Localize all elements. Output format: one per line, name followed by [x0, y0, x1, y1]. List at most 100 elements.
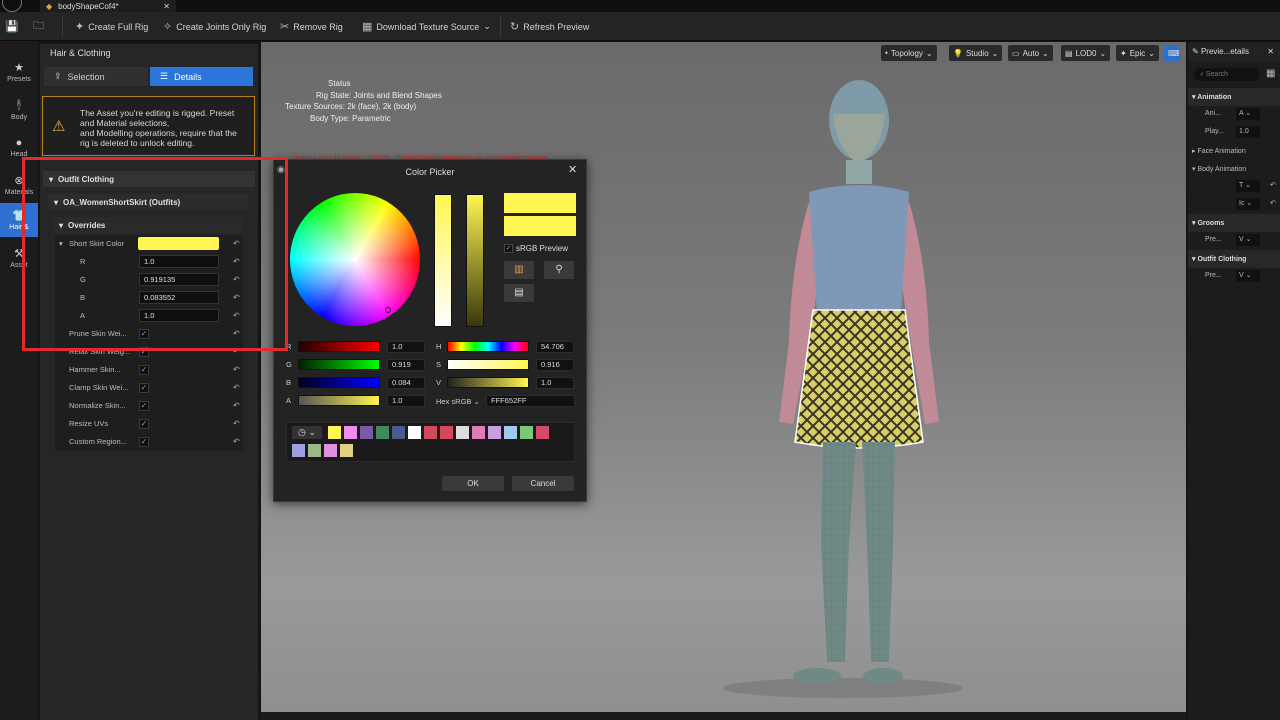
- reset-icon[interactable]: ↶: [233, 365, 240, 374]
- reset-icon[interactable]: ↶: [1270, 199, 1276, 207]
- h-slider[interactable]: [447, 341, 529, 352]
- quality-dropdown[interactable]: ✦ Epic ⌄: [1116, 45, 1159, 61]
- setting-checkbox[interactable]: ✓: [139, 437, 149, 447]
- create-joints-only-rig-button[interactable]: ✧ Create Joints Only Rig: [163, 12, 266, 41]
- remove-rig-button[interactable]: ✂ Remove Rig: [280, 12, 343, 41]
- a-slider[interactable]: [298, 395, 380, 406]
- s-slider[interactable]: [447, 359, 529, 370]
- body-dropdown-2[interactable]: Ic ⌄: [1236, 198, 1260, 210]
- b-slider[interactable]: [298, 377, 380, 388]
- color-swatch[interactable]: [520, 426, 533, 439]
- recent-colors-dropdown[interactable]: ◷ ⌄: [292, 426, 322, 439]
- s-value-field[interactable]: 0.916: [536, 359, 574, 371]
- animation-section[interactable]: ▾ Animation: [1188, 88, 1280, 106]
- v-slider[interactable]: [447, 377, 529, 388]
- hex-value-field[interactable]: FFF652FF: [486, 395, 575, 407]
- play-field[interactable]: 1.0: [1236, 126, 1260, 138]
- topology-dropdown[interactable]: ⬩ Topology ⌄: [881, 45, 937, 61]
- app-logo-icon[interactable]: [2, 0, 22, 12]
- b-value-field[interactable]: 0.084: [387, 377, 425, 389]
- browse-button[interactable]: 🗀: [33, 12, 44, 41]
- keyboard-icon[interactable]: ⌨: [1164, 45, 1180, 61]
- lod-dropdown[interactable]: ▤ LOD0 ⌄: [1061, 45, 1111, 61]
- checker-icon: ▦: [362, 21, 373, 33]
- color-swatch[interactable]: [308, 444, 321, 457]
- auto-label: Auto: [1022, 48, 1040, 58]
- color-swatch[interactable]: [456, 426, 469, 439]
- outfit-clothing-section[interactable]: ▾ Outfit Clothing: [1188, 250, 1280, 268]
- eyedropper-icon[interactable]: ⚲: [544, 261, 574, 279]
- color-wheel[interactable]: [290, 193, 420, 326]
- refresh-preview-button[interactable]: ↻ Refresh Preview: [510, 12, 589, 41]
- color-swatch[interactable]: [292, 444, 305, 457]
- color-swatch[interactable]: [472, 426, 485, 439]
- color-swatch[interactable]: [536, 426, 549, 439]
- reset-icon[interactable]: ↶: [1270, 181, 1276, 189]
- ani-dropdown[interactable]: A ⌄: [1236, 108, 1260, 120]
- close-tab-icon[interactable]: ✕: [163, 2, 170, 11]
- reset-icon[interactable]: ↶: [233, 437, 240, 446]
- left-nav-rail: ★ Presets 🕴 Body ● Head ⊗ Materials 👕 Hair & …: [0, 41, 38, 720]
- download-texture-source-button[interactable]: ▦ Download Texture Source ⌄: [362, 12, 491, 41]
- rail-item-body[interactable]: 🕴 Body: [0, 93, 38, 127]
- a-value-field[interactable]: 1.0: [387, 395, 425, 407]
- color-swatch[interactable]: [440, 426, 453, 439]
- color-swatch[interactable]: [488, 426, 501, 439]
- color-swatch[interactable]: [376, 426, 389, 439]
- r-slider[interactable]: [298, 341, 380, 352]
- color-swatch[interactable]: [408, 426, 421, 439]
- checkbox-icon: ✓: [504, 244, 513, 253]
- outfit-pre-label: Pre...: [1205, 272, 1222, 279]
- setting-row: Custom Region... ✓ ↶: [55, 433, 243, 451]
- color-swatch[interactable]: [340, 444, 353, 457]
- hex-srgb-dropdown[interactable]: Hex sRGB ⌄: [436, 397, 480, 406]
- h-value-field[interactable]: 54.706: [536, 341, 574, 353]
- color-themes-icon[interactable]: ▥: [504, 261, 534, 279]
- color-swatch[interactable]: [424, 426, 437, 439]
- rail-item-presets[interactable]: ★ Presets: [0, 55, 38, 89]
- face-animation-section[interactable]: ▸ Face Animation: [1188, 142, 1280, 160]
- close-icon[interactable]: ✕: [568, 163, 577, 176]
- r-value-field[interactable]: 1.0: [387, 341, 425, 353]
- grid-view-icon[interactable]: ▦: [1266, 68, 1275, 79]
- color-swatch[interactable]: [344, 426, 357, 439]
- tab-details[interactable]: ☰ Details: [150, 67, 253, 86]
- v-value-field[interactable]: 1.0: [536, 377, 574, 389]
- studio-dropdown[interactable]: 💡 Studio ⌄: [949, 45, 1003, 61]
- setting-checkbox[interactable]: ✓: [139, 419, 149, 429]
- g-value-field[interactable]: 0.919: [387, 359, 425, 371]
- g-slider[interactable]: [298, 359, 380, 370]
- color-swatch[interactable]: [324, 444, 337, 457]
- grooms-dropdown[interactable]: V ⌄: [1236, 234, 1260, 246]
- search-input[interactable]: ⌕ Search: [1194, 68, 1260, 81]
- cancel-button[interactable]: Cancel: [512, 476, 574, 491]
- saturation-slider[interactable]: [434, 194, 452, 327]
- srgb-preview-toggle[interactable]: ✓ sRGB Preview: [504, 244, 568, 253]
- reset-icon[interactable]: ↶: [233, 383, 240, 392]
- timeline-bar[interactable]: [261, 712, 1186, 720]
- color-swatch[interactable]: [360, 426, 373, 439]
- close-icon[interactable]: ✕: [1267, 47, 1274, 56]
- create-full-rig-button[interactable]: ✦ Create Full Rig: [75, 12, 148, 41]
- auto-dropdown[interactable]: ▭ Auto ⌄: [1008, 45, 1053, 61]
- ok-button[interactable]: OK: [442, 476, 504, 491]
- color-swatch[interactable]: [392, 426, 405, 439]
- body-animation-section[interactable]: ▾ Body Animation: [1188, 160, 1280, 178]
- reset-icon[interactable]: ↶: [233, 401, 240, 410]
- status-title: Status: [328, 79, 351, 88]
- color-swatch[interactable]: [328, 426, 341, 439]
- document-tab[interactable]: ◆ bodyShapeCof4* ✕: [40, 0, 176, 12]
- body-dropdown-1[interactable]: T ⌄: [1236, 180, 1260, 192]
- setting-checkbox[interactable]: ✓: [139, 383, 149, 393]
- setting-checkbox[interactable]: ✓: [139, 365, 149, 375]
- wheel-cursor[interactable]: [385, 307, 391, 313]
- setting-checkbox[interactable]: ✓: [139, 401, 149, 411]
- color-swatch[interactable]: [504, 426, 517, 439]
- grooms-section[interactable]: ▾ Grooms: [1188, 214, 1280, 232]
- save-button[interactable]: 💾: [5, 12, 19, 41]
- value-slider[interactable]: [466, 194, 484, 327]
- outfit-dropdown[interactable]: V ⌄: [1236, 270, 1260, 282]
- gradient-icon[interactable]: ▤: [504, 284, 534, 302]
- tab-selection[interactable]: ⇪ Selection: [44, 67, 148, 86]
- reset-icon[interactable]: ↶: [233, 419, 240, 428]
